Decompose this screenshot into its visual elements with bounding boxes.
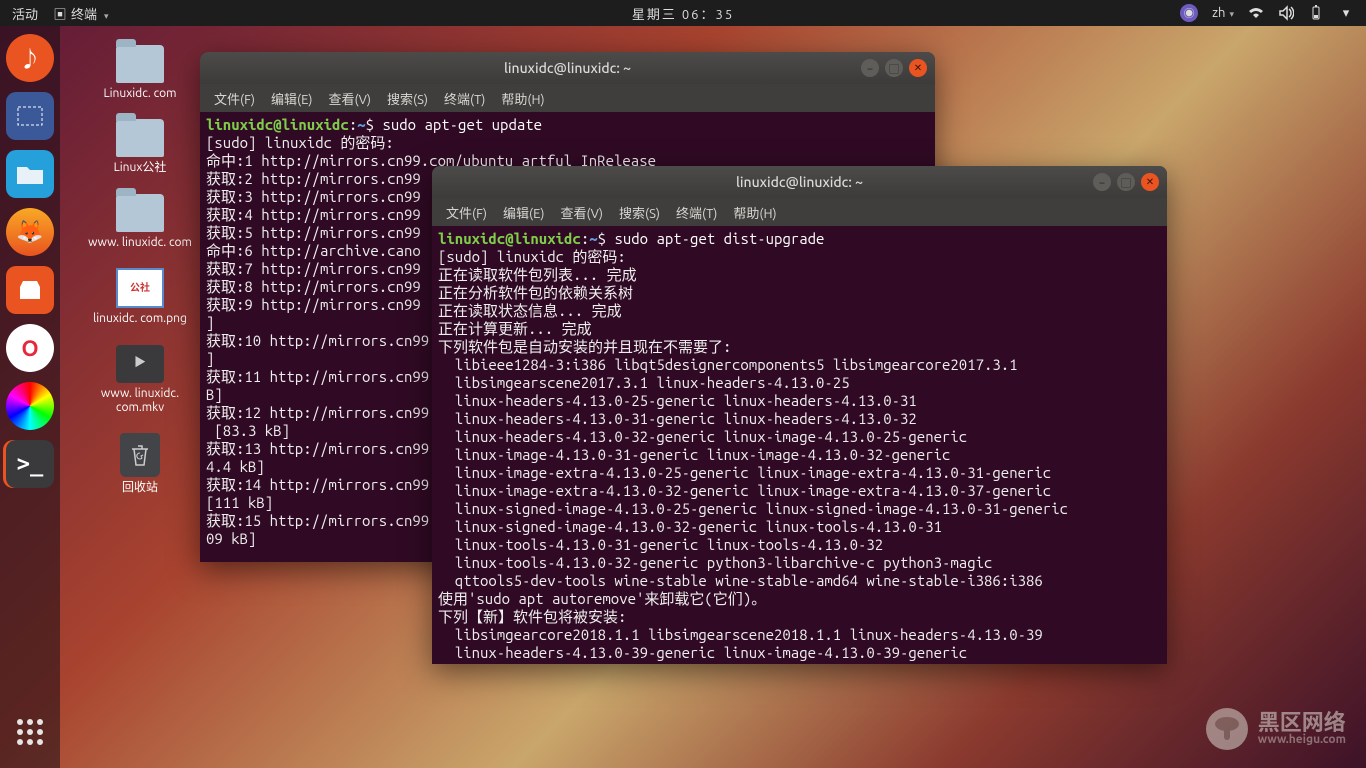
dock-opera[interactable]: O (6, 324, 54, 372)
volume-icon[interactable] (1278, 5, 1294, 21)
watermark-logo-icon (1206, 708, 1248, 750)
desktop-image[interactable]: 公社linuxidc. com.png (80, 268, 200, 326)
battery-icon[interactable] (1308, 5, 1324, 21)
menu-help[interactable]: 帮助(H) (495, 87, 550, 110)
menu-terminal[interactable]: 终端(T) (438, 87, 491, 110)
launcher-dock: ♪ 🦊 O >_ (0, 26, 60, 768)
wifi-icon[interactable] (1248, 5, 1264, 21)
watermark-domain: www.heigu.com (1258, 734, 1346, 746)
dock-files[interactable] (6, 150, 54, 198)
dock-colorpicker[interactable] (6, 382, 54, 430)
show-applications[interactable] (6, 708, 54, 756)
minimize-button[interactable]: – (861, 59, 879, 77)
menu-view[interactable]: 查看(V) (323, 87, 377, 110)
desktop-trash[interactable]: 回收站 (80, 433, 200, 495)
menu-terminal[interactable]: 终端(T) (670, 201, 723, 224)
close-button[interactable]: ✕ (1141, 173, 1159, 191)
minimize-button[interactable]: – (1093, 173, 1111, 191)
watermark: 黑区网络www.heigu.com (1206, 708, 1346, 750)
maximize-button[interactable]: ▢ (1117, 173, 1135, 191)
close-button[interactable]: ✕ (909, 59, 927, 77)
menu-edit[interactable]: 编辑(E) (497, 201, 550, 224)
menu-help[interactable]: 帮助(H) (727, 201, 782, 224)
app-menu-label: 终端 (71, 8, 97, 22)
desktop-folder[interactable]: Linux公社 (80, 119, 200, 175)
menubar: 文件(F) 编辑(E) 查看(V) 搜索(S) 终端(T) 帮助(H) (200, 84, 935, 112)
clock[interactable]: 星期三 06：35 (632, 4, 734, 23)
activities-button[interactable]: 活动 (12, 4, 38, 23)
menubar: 文件(F) 编辑(E) 查看(V) 搜索(S) 终端(T) 帮助(H) (432, 198, 1167, 226)
window-title: linuxidc@linuxidc: ~ (736, 174, 863, 190)
terminal-window-2[interactable]: linuxidc@linuxidc: ~ – ▢ ✕ 文件(F) 编辑(E) 查… (432, 166, 1167, 664)
dock-screenshot[interactable] (6, 92, 54, 140)
top-panel: 活动 ▣ 终端 星期三 06：35 ◉ zh ▾ (0, 0, 1366, 26)
menu-search[interactable]: 搜索(S) (613, 201, 666, 224)
desktop-folder[interactable]: www. linuxidc. com (80, 194, 200, 250)
menu-file[interactable]: 文件(F) (208, 87, 261, 110)
menu-edit[interactable]: 编辑(E) (265, 87, 318, 110)
watermark-brand: 黑区网络 (1258, 712, 1346, 734)
accessibility-icon[interactable]: ◉ (1180, 4, 1198, 22)
desktop-video[interactable]: ▶www. linuxidc. com.mkv (80, 345, 200, 416)
dock-firefox[interactable]: 🦊 (6, 208, 54, 256)
chevron-down-icon[interactable]: ▾ (1338, 5, 1354, 21)
window-title: linuxidc@linuxidc: ~ (504, 60, 631, 76)
dock-terminal[interactable]: >_ (6, 440, 54, 488)
terminal-output[interactable]: linuxidc@linuxidc:~$ sudo apt-get dist-u… (432, 226, 1167, 664)
dock-software[interactable] (6, 266, 54, 314)
titlebar[interactable]: linuxidc@linuxidc: ~ – ▢ ✕ (200, 52, 935, 84)
menu-file[interactable]: 文件(F) (440, 201, 493, 224)
menu-view[interactable]: 查看(V) (555, 201, 609, 224)
terminal-icon: ▣ (52, 5, 68, 21)
app-menu[interactable]: ▣ 终端 (52, 4, 109, 23)
input-method[interactable]: zh (1212, 6, 1234, 20)
desktop-icons: Linuxidc. com Linux公社 www. linuxidc. com… (80, 45, 200, 496)
menu-search[interactable]: 搜索(S) (381, 87, 434, 110)
maximize-button[interactable]: ▢ (885, 59, 903, 77)
desktop-folder[interactable]: Linuxidc. com (80, 45, 200, 101)
dock-music[interactable]: ♪ (6, 34, 54, 82)
titlebar[interactable]: linuxidc@linuxidc: ~ – ▢ ✕ (432, 166, 1167, 198)
